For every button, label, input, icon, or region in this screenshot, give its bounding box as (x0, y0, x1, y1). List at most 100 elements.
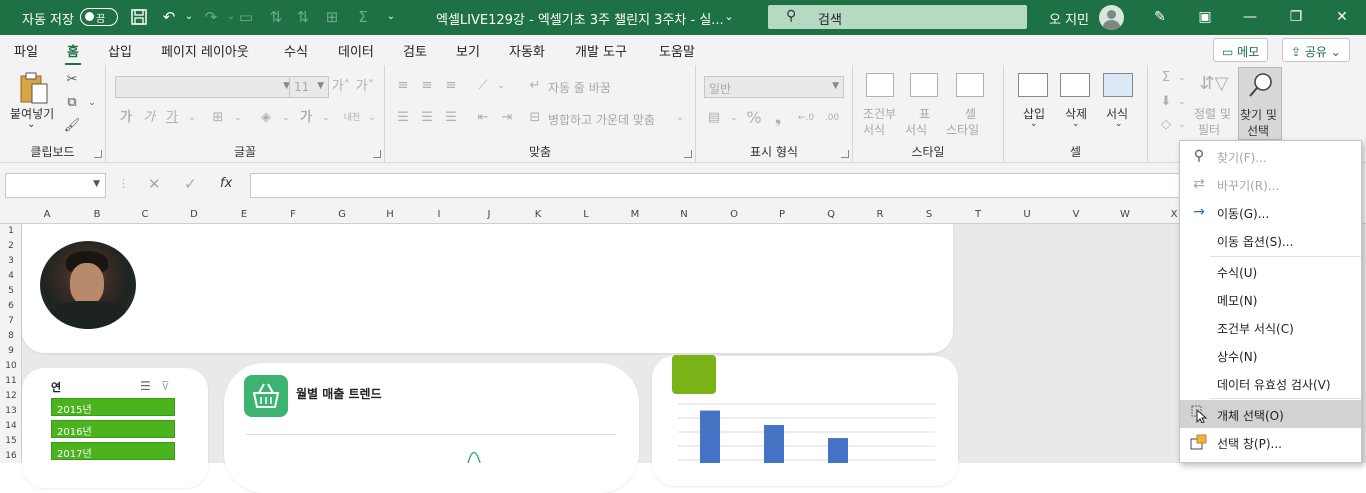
tab-data[interactable]: 데이터 (338, 41, 374, 60)
tab-review[interactable]: 검토 (403, 41, 427, 60)
column-header[interactable]: W (1110, 209, 1140, 220)
sort-desc-icon[interactable]: ⇅ (294, 8, 312, 26)
decrease-font-icon[interactable]: 가˅ (355, 78, 375, 96)
row-header[interactable]: 16 (0, 451, 22, 461)
menu-item-constants[interactable]: 상수(N) (1180, 341, 1361, 369)
row-header[interactable]: 3 (0, 256, 22, 266)
format-table-label-2[interactable]: 서식 (905, 121, 927, 138)
name-box[interactable]: ▼ (5, 173, 106, 198)
clear-dropdown-icon[interactable]: ⌄ (1172, 116, 1192, 134)
orientation-dropdown-icon[interactable]: ⌄ (491, 77, 511, 95)
column-header[interactable]: K (523, 209, 553, 220)
format-table-icon[interactable] (910, 73, 938, 97)
slicer-item[interactable]: 2016년 (51, 420, 175, 438)
menu-item-notes[interactable]: 메모(N) (1180, 285, 1361, 313)
menu-item-find[interactable]: ⚲ 찾기(F)... (1180, 142, 1361, 170)
customize-qat-icon[interactable]: ⌄ (382, 8, 400, 26)
menu-item-select-objects[interactable]: 개체 선택(O) (1180, 400, 1361, 428)
alignment-launcher-icon[interactable] (684, 150, 692, 158)
row-header[interactable]: 6 (0, 301, 22, 311)
phonetic-icon[interactable]: 내천 (342, 109, 362, 127)
merge-dropdown-icon[interactable]: ⌄ (670, 109, 690, 127)
align-top-icon[interactable]: ≡ (393, 77, 413, 95)
decrease-decimal-icon[interactable]: .00 (822, 109, 842, 127)
clear-filter-icon[interactable]: ⊽ (161, 379, 170, 393)
percent-icon[interactable]: % (744, 109, 764, 127)
memo-button[interactable]: ▭ 메모 (1213, 38, 1269, 62)
column-header[interactable]: E (229, 209, 259, 220)
tab-page-layout[interactable]: 페이지 레이아웃 (161, 41, 249, 60)
row-header[interactable]: 11 (0, 376, 22, 386)
undo-icon[interactable]: ↶ (160, 8, 178, 26)
merge-center-label[interactable]: 병합하고 가운데 맞춤 (548, 111, 655, 128)
undo-dropdown-icon[interactable]: ⌄ (180, 8, 198, 26)
copy-dropdown-icon[interactable]: ⌄ (82, 94, 102, 112)
font-launcher-icon[interactable] (373, 150, 381, 158)
clipboard-launcher-icon[interactable] (94, 150, 102, 158)
font-color-dropdown-icon[interactable]: ⌄ (316, 109, 336, 127)
minimize-icon[interactable]: — (1238, 6, 1262, 28)
orientation-icon[interactable]: ⟋ (473, 77, 493, 95)
row-header[interactable]: 1 (0, 226, 22, 236)
form-icon[interactable]: ⊞ (323, 8, 341, 26)
align-bottom-icon[interactable]: ≡ (441, 77, 461, 95)
tab-formulas[interactable]: 수식 (284, 41, 308, 60)
delete-dropdown-icon[interactable]: ⌄ (1072, 119, 1080, 129)
row-header[interactable]: 15 (0, 436, 22, 446)
column-header[interactable]: A (32, 209, 62, 220)
column-header[interactable]: Q (816, 209, 846, 220)
font-name-combo[interactable]: ▼ (115, 76, 295, 98)
user-avatar[interactable] (1099, 5, 1124, 30)
share-button[interactable]: ⇪ 공유 ⌄ (1282, 38, 1350, 62)
row-header[interactable]: 12 (0, 391, 22, 401)
column-header[interactable]: F (278, 209, 308, 220)
column-header[interactable]: R (865, 209, 895, 220)
column-header[interactable]: M (620, 209, 650, 220)
row-header[interactable]: 5 (0, 286, 22, 296)
bold-icon[interactable]: 가 (116, 109, 136, 127)
fill-color-icon[interactable]: ◈ (256, 109, 276, 127)
tab-file[interactable]: 파일 (14, 41, 38, 60)
chart-bar[interactable] (828, 438, 848, 463)
profile-photo[interactable] (40, 241, 136, 329)
menu-item-conditional-formatting[interactable]: 조건부 서식(C) (1180, 313, 1361, 341)
accounting-dropdown-icon[interactable]: ⌄ (724, 109, 744, 127)
autosave-toggle[interactable]: 끔 (80, 8, 118, 26)
row-header[interactable]: 9 (0, 346, 22, 356)
conditional-format-label-1[interactable]: 조건부 (863, 105, 896, 122)
row-header[interactable]: 2 (0, 241, 22, 251)
slicer-item[interactable]: 2015년 (51, 398, 175, 416)
slicer-item[interactable]: 2017년 (51, 442, 175, 460)
sort-filter-label-1[interactable]: 정렬 및 (1194, 105, 1231, 122)
insert-function-icon[interactable]: fx (220, 176, 232, 191)
ribbon-display-icon[interactable]: ▣ (1193, 6, 1217, 28)
column-header[interactable]: I (424, 209, 454, 220)
column-header[interactable]: P (767, 209, 797, 220)
column-header[interactable]: H (375, 209, 405, 220)
cut-icon[interactable]: ✂ (62, 71, 82, 89)
column-header[interactable]: B (82, 209, 112, 220)
increase-decimal-icon[interactable]: ←.0 (796, 109, 816, 127)
pen-icon[interactable]: ✎ (1148, 6, 1172, 28)
format-painter-icon[interactable]: 🖌 (62, 117, 82, 135)
increase-indent-icon[interactable]: ⇥ (497, 109, 517, 127)
camera-icon[interactable]: ▭ (237, 8, 255, 26)
row-header[interactable]: 14 (0, 421, 22, 431)
insert-cells-icon[interactable] (1018, 73, 1048, 97)
column-header[interactable]: O (719, 209, 749, 220)
chart-bar[interactable] (764, 424, 784, 463)
comma-icon[interactable]: ❟ (768, 109, 788, 127)
menu-item-replace[interactable]: ⇄ 바꾸기(R)... (1180, 170, 1361, 198)
multi-select-icon[interactable]: ☰ (140, 379, 151, 393)
row-header[interactable]: 8 (0, 331, 22, 341)
copy-icon[interactable]: ⧉ (62, 94, 82, 112)
tab-developer[interactable]: 개발 도구 (575, 41, 627, 60)
column-header[interactable]: U (1012, 209, 1042, 220)
conditional-format-icon[interactable] (866, 73, 894, 97)
font-color-icon[interactable]: 가 (296, 109, 316, 127)
border-icon[interactable]: ⊞ (208, 109, 228, 127)
delete-cells-icon[interactable] (1060, 73, 1090, 97)
column-header[interactable]: T (963, 209, 993, 220)
format-cells-icon[interactable] (1103, 73, 1133, 97)
align-center-icon[interactable]: ☰ (417, 109, 437, 127)
